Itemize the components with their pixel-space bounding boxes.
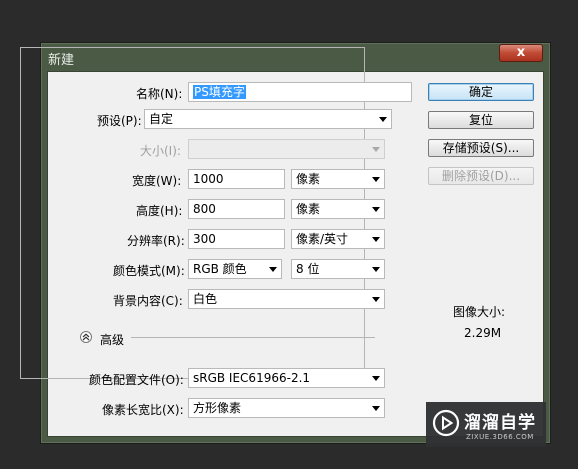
image-size-value: 2.29M (464, 326, 502, 340)
chevron-down-icon (269, 267, 277, 272)
resolution-input-value: 300 (193, 232, 216, 246)
height-unit-select[interactable]: 像素 (291, 199, 385, 219)
bit-depth-select[interactable]: 8 位 (291, 259, 385, 279)
watermark-title: 溜溜自学 (464, 413, 536, 433)
width-unit-select[interactable]: 像素 (291, 169, 385, 189)
chevron-down-icon (372, 177, 380, 182)
resolution-unit-select[interactable]: 像素/英寸 (291, 229, 385, 249)
name-input[interactable]: PS填充字 (188, 82, 412, 102)
chevrons-up-icon (82, 333, 90, 341)
pixel-aspect-select[interactable]: 方形像素 (188, 398, 385, 418)
close-button[interactable]: x (499, 44, 543, 62)
advanced-toggle-button[interactable] (80, 331, 92, 343)
image-size-label: 图像大小: (453, 305, 506, 319)
play-logo-icon (432, 409, 460, 437)
color-mode-label: 颜色模式(M): (113, 264, 185, 278)
resolution-label: 分辨率(R): (127, 234, 185, 248)
color-profile-value: sRGB IEC61966-2.1 (193, 371, 311, 385)
background-value: 白色 (193, 292, 218, 306)
height-input-value: 800 (193, 202, 216, 216)
color-mode-value: RGB 颜色 (193, 262, 247, 276)
chevron-down-icon (372, 237, 380, 242)
delete-preset-button[interactable]: 删除预设(D)... (428, 167, 534, 185)
preset-label: 预设(P): (94, 112, 145, 129)
ok-button[interactable]: 确定 (428, 83, 534, 101)
background-select[interactable]: 白色 (188, 289, 385, 309)
watermark-url: ZIXUE.3D66.COM (466, 433, 534, 441)
advanced-divider (131, 337, 375, 338)
preset-select[interactable]: 自定 (144, 109, 392, 129)
chevron-down-icon (372, 207, 380, 212)
chevron-down-icon (372, 376, 380, 381)
name-input-text: PS填充字 (193, 85, 246, 99)
chevron-down-icon (372, 406, 380, 411)
width-input[interactable]: 1000 (188, 169, 285, 189)
height-unit-value: 像素 (296, 202, 321, 216)
pixel-aspect-value: 方形像素 (193, 401, 242, 415)
preset-select-value: 自定 (149, 112, 174, 126)
advanced-label: 高级 (100, 333, 125, 347)
chevron-down-icon (372, 267, 380, 272)
size-select[interactable] (188, 139, 385, 159)
color-profile-select[interactable]: sRGB IEC61966-2.1 (188, 368, 385, 388)
background-label: 背景内容(C): (113, 294, 183, 308)
size-label: 大小(I): (140, 144, 181, 158)
height-input[interactable]: 800 (188, 199, 285, 219)
chevron-down-icon (372, 297, 380, 302)
pixel-aspect-label: 像素长宽比(X): (102, 403, 184, 417)
chevron-down-icon (379, 117, 387, 122)
chevron-down-icon (372, 147, 380, 152)
width-input-value: 1000 (193, 172, 224, 186)
width-label: 宽度(W): (132, 174, 182, 188)
resolution-input[interactable]: 300 (188, 229, 285, 249)
watermark: 溜溜自学 ZIXUE.3D66.COM (426, 402, 546, 447)
width-unit-value: 像素 (296, 172, 321, 186)
name-label: 名称(N): (136, 87, 183, 101)
color-mode-select[interactable]: RGB 颜色 (188, 259, 282, 279)
height-label: 高度(H): (136, 204, 183, 218)
save-preset-button[interactable]: 存储预设(S)... (428, 139, 534, 157)
reset-button[interactable]: 复位 (428, 111, 534, 129)
resolution-unit-value: 像素/英寸 (296, 232, 349, 246)
bit-depth-value: 8 位 (296, 262, 320, 276)
color-profile-label: 颜色配置文件(O): (89, 373, 184, 387)
